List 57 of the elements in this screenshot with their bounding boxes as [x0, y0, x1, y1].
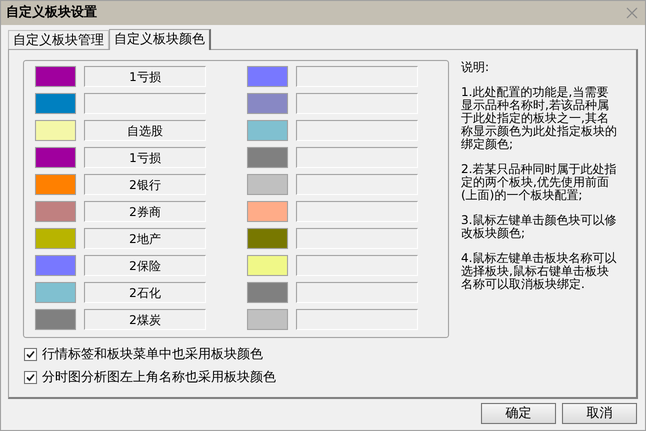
color-swatch[interactable]	[35, 120, 76, 141]
color-swatch[interactable]	[35, 201, 76, 222]
help-title: 说明:	[461, 61, 490, 74]
block-name-field[interactable]: 2石化	[84, 282, 206, 303]
help-paragraph: 3.鼠标左键单击颜色块可以修改板块颜色;	[461, 214, 618, 240]
help-paragraph: 4.鼠标左键单击板块名称可以选择板块,鼠标右键单击板块名称可以取消板块绑定.	[461, 252, 618, 291]
help-paragraph: 1.此处配置的功能是,当需要显示品种名称时,若该品种属于此处指定的板块之一,其名称显示颜色为此处指定板块的绑定颜色;	[461, 86, 618, 151]
color-swatch[interactable]	[35, 174, 76, 195]
block-name-field[interactable]: 2保险	[84, 255, 206, 276]
color-swatch[interactable]	[35, 228, 76, 249]
color-swatch[interactable]	[247, 174, 288, 195]
block-name-field[interactable]: 2地产	[84, 228, 206, 249]
color-swatch[interactable]	[35, 282, 76, 303]
dialog-button[interactable]: 取消	[562, 403, 637, 424]
block-name-field[interactable]	[296, 201, 418, 222]
color-swatch[interactable]	[247, 66, 288, 87]
color-swatch[interactable]	[247, 282, 288, 303]
color-swatch[interactable]	[247, 228, 288, 249]
block-name-field[interactable]	[296, 282, 418, 303]
block-name-field[interactable]: 2银行	[84, 174, 206, 195]
color-swatch[interactable]	[247, 147, 288, 168]
block-name-field[interactable]: 2煤炭	[84, 309, 206, 330]
color-swatch[interactable]	[35, 309, 76, 330]
block-name-field[interactable]	[296, 174, 418, 195]
close-icon[interactable]	[626, 7, 638, 19]
block-name-field[interactable]	[296, 309, 418, 330]
color-swatch[interactable]	[35, 66, 76, 87]
help-paragraph: 2.若某只品种同时属于此处指定的两个板块,优先使用前面(上面)的一个板块配置;	[461, 163, 618, 202]
checkbox[interactable]	[24, 371, 37, 384]
check-icon	[26, 373, 35, 382]
block-name-field[interactable]: 自选股	[84, 120, 206, 141]
color-swatch[interactable]	[247, 93, 288, 114]
tab[interactable]: 自定义板块颜色	[109, 29, 211, 50]
block-name-field[interactable]	[84, 93, 206, 114]
window-title: 自定义板块设置	[6, 4, 97, 22]
block-name-field[interactable]	[296, 228, 418, 249]
color-swatch[interactable]	[35, 93, 76, 114]
tab[interactable]: 自定义板块管理	[8, 30, 109, 49]
checkbox-label: 行情标签和板块菜单中也采用板块颜色	[42, 346, 263, 364]
block-name-field[interactable]: 2券商	[84, 201, 206, 222]
block-name-field[interactable]: 1亏损	[84, 147, 206, 168]
block-name-field[interactable]	[296, 66, 418, 87]
dialog-button[interactable]: 确定	[481, 403, 556, 424]
color-swatch[interactable]	[35, 147, 76, 168]
block-name-field[interactable]	[296, 147, 418, 168]
block-name-field[interactable]	[296, 93, 418, 114]
checkbox[interactable]	[24, 348, 37, 361]
block-name-field[interactable]	[296, 120, 418, 141]
color-swatch[interactable]	[247, 120, 288, 141]
color-swatch[interactable]	[247, 255, 288, 276]
block-name-field[interactable]	[296, 255, 418, 276]
check-icon	[26, 350, 35, 359]
color-swatch[interactable]	[247, 309, 288, 330]
color-swatch[interactable]	[35, 255, 76, 276]
block-name-field[interactable]: 1亏损	[84, 66, 206, 87]
color-swatch[interactable]	[247, 201, 288, 222]
checkbox-label: 分时图分析图左上角名称也采用板块颜色	[42, 368, 276, 387]
